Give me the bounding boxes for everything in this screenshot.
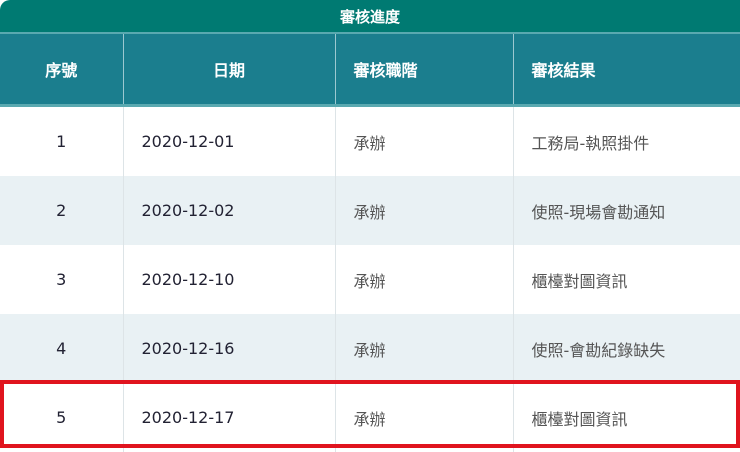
row-result: 使照-現場會勘通知	[512, 176, 740, 245]
table-title: 審核進度	[0, 0, 740, 32]
table-row: 2 2020-12-02 承辦 使照-現場會勘通知	[0, 176, 740, 245]
row-result: 工務局-執照掛件	[512, 105, 740, 176]
row-level: 承辦	[334, 383, 513, 452]
row-date: 2020-12-10	[122, 245, 335, 314]
row-number: 5	[56, 408, 67, 427]
row-number: 4	[0, 314, 123, 383]
row-result: 使照-會勘紀錄缺失	[512, 314, 740, 383]
row-number: 1	[56, 132, 67, 151]
row-number: 2	[0, 176, 123, 245]
row-level: 承辦	[334, 245, 513, 314]
column-header-number: 序號	[0, 34, 123, 107]
table-row: 4 2020-12-16 承辦 使照-會勘紀錄缺失	[0, 314, 740, 383]
row-level: 承辦	[334, 105, 513, 176]
column-header-level: 審核職階	[334, 34, 513, 107]
row-date: 2020-12-01	[122, 105, 335, 176]
row-result: 櫃檯對圖資訊	[512, 383, 740, 452]
review-progress-table: 序號 日期 審核職階 審核結果 1 2020-12-01 承辦 工務局-執照掛件 2 20…	[0, 34, 740, 452]
row-result: 櫃檯對圖資訊	[512, 245, 740, 314]
row-number: 3	[56, 270, 67, 289]
column-header-result: 審核結果	[512, 34, 740, 107]
table-row: 3 2020-12-10 承辦 櫃檯對圖資訊	[0, 245, 740, 314]
table-row: 1 2020-12-01 承辦 工務局-執照掛件	[0, 105, 740, 176]
table-row: 5 2020-12-17 承辦 櫃檯對圖資訊	[0, 383, 740, 452]
row-date: 2020-12-17	[122, 383, 335, 452]
row-date: 2020-12-16	[122, 314, 335, 383]
row-level: 承辦	[334, 314, 513, 383]
header-row: 序號 日期 審核職階 審核結果	[0, 34, 740, 107]
row-level: 承辦	[334, 176, 513, 245]
row-date: 2020-12-02	[122, 176, 335, 245]
column-header-date: 日期	[122, 34, 335, 107]
